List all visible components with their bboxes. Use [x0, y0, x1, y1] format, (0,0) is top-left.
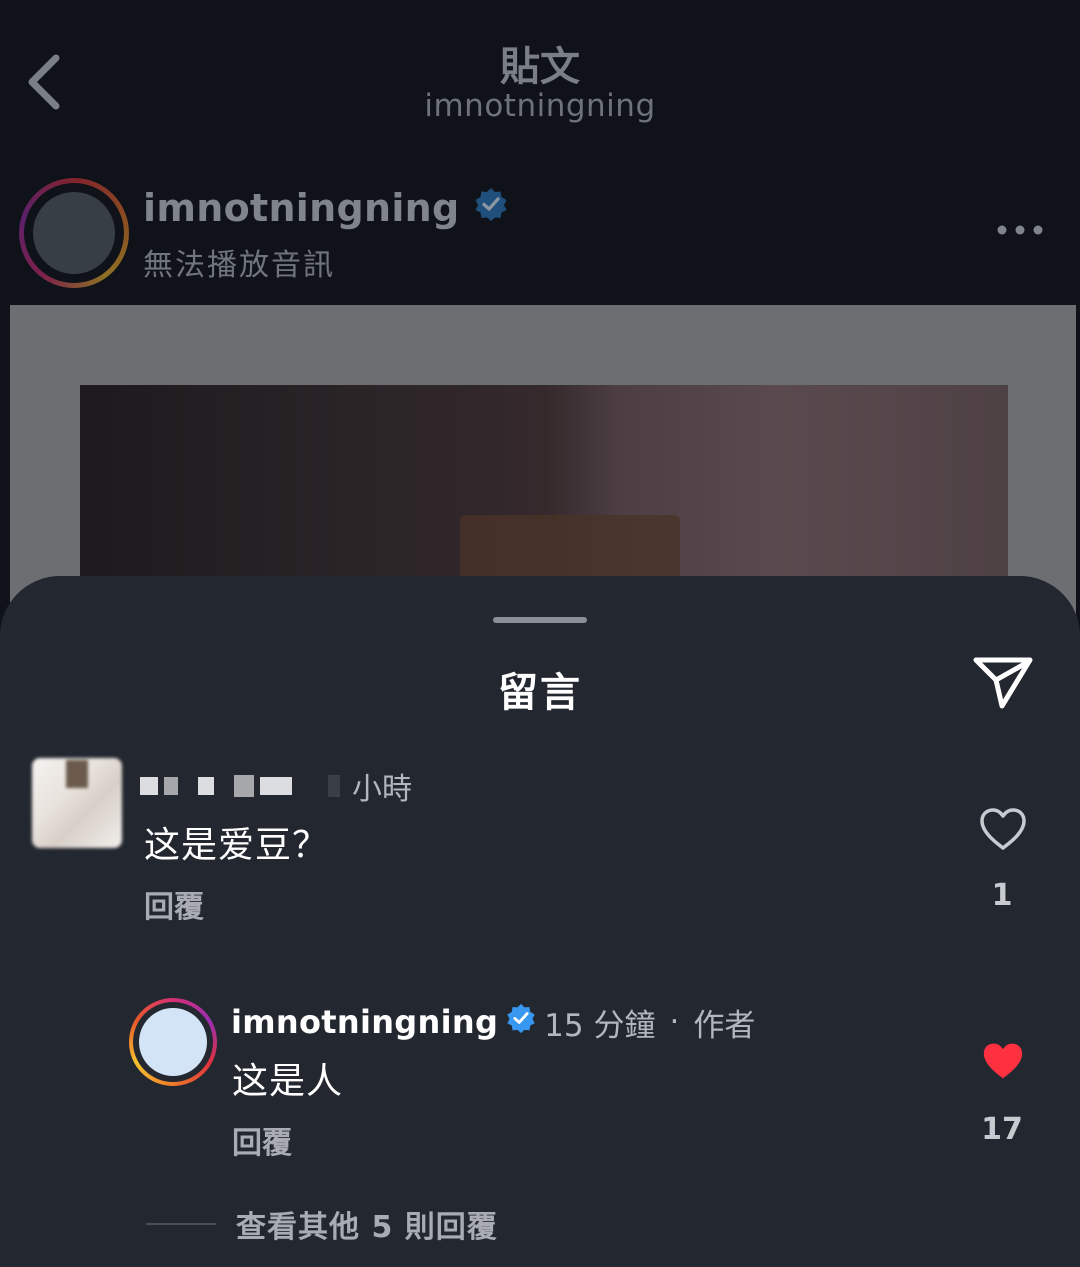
post-author-row: imnotningning: [143, 186, 508, 230]
avatar-image: [139, 1008, 207, 1076]
comment-time: 小時: [352, 772, 412, 807]
share-button[interactable]: [972, 654, 1034, 710]
page-title: 貼文: [500, 44, 580, 90]
more-icon: [997, 225, 1043, 235]
audio-status: 無法播放音訊: [143, 248, 335, 283]
reply-username[interactable]: imnotningning: [231, 1003, 498, 1041]
view-more-replies-label: 查看其他 5 則回覆: [236, 1210, 498, 1245]
verified-badge-icon: [474, 186, 508, 230]
like-button[interactable]: [978, 806, 1028, 852]
comment-meta: 小時: [140, 768, 412, 807]
commenter-avatar[interactable]: [32, 758, 122, 848]
view-more-replies-button[interactable]: 查看其他 5 則回覆: [146, 1204, 498, 1245]
comments-sheet: 留言 小時 这是爱豆？ 回覆 1 imnotningning 15 分鐘 · 作…: [0, 576, 1080, 1267]
like-count: 17: [981, 1112, 1023, 1147]
page-subtitle[interactable]: imnotningning: [0, 88, 1080, 124]
more-options-button[interactable]: [995, 218, 1045, 242]
avatar-image: [33, 192, 115, 274]
divider-line: [146, 1223, 216, 1225]
author-tag: 作者: [693, 1007, 756, 1044]
post-author-avatar[interactable]: [19, 178, 129, 288]
comment-text: 这是爱豆？: [144, 825, 330, 866]
reply-button[interactable]: 回覆: [144, 882, 204, 926]
reply-meta: imnotningning 15 分鐘 · 作者: [231, 1000, 755, 1044]
reply-time: 15 分鐘: [544, 1007, 656, 1044]
heart-filled-icon: [983, 1043, 1023, 1079]
post-author-username[interactable]: imnotningning: [143, 186, 460, 230]
commenter-username-redacted[interactable]: [140, 775, 346, 797]
verified-badge-icon: [506, 1003, 536, 1041]
comments-title: 留言: [498, 670, 582, 716]
like-button-liked[interactable]: [980, 1040, 1026, 1082]
heart-outline-icon: [980, 808, 1026, 850]
post-background: 貼文 imnotningning imnotningning 無法播放音訊: [0, 0, 1080, 645]
reply-text: 这是人: [232, 1061, 344, 1102]
sheet-drag-handle[interactable]: [493, 617, 587, 623]
post-comments-screen: 貼文 imnotningning imnotningning 無法播放音訊 留言…: [0, 0, 1080, 1267]
meta-separator: ·: [669, 1004, 680, 1040]
reply-button[interactable]: 回覆: [232, 1118, 292, 1162]
author-avatar[interactable]: [129, 998, 217, 1086]
send-icon: [973, 657, 1033, 709]
like-count: 1: [991, 878, 1013, 913]
